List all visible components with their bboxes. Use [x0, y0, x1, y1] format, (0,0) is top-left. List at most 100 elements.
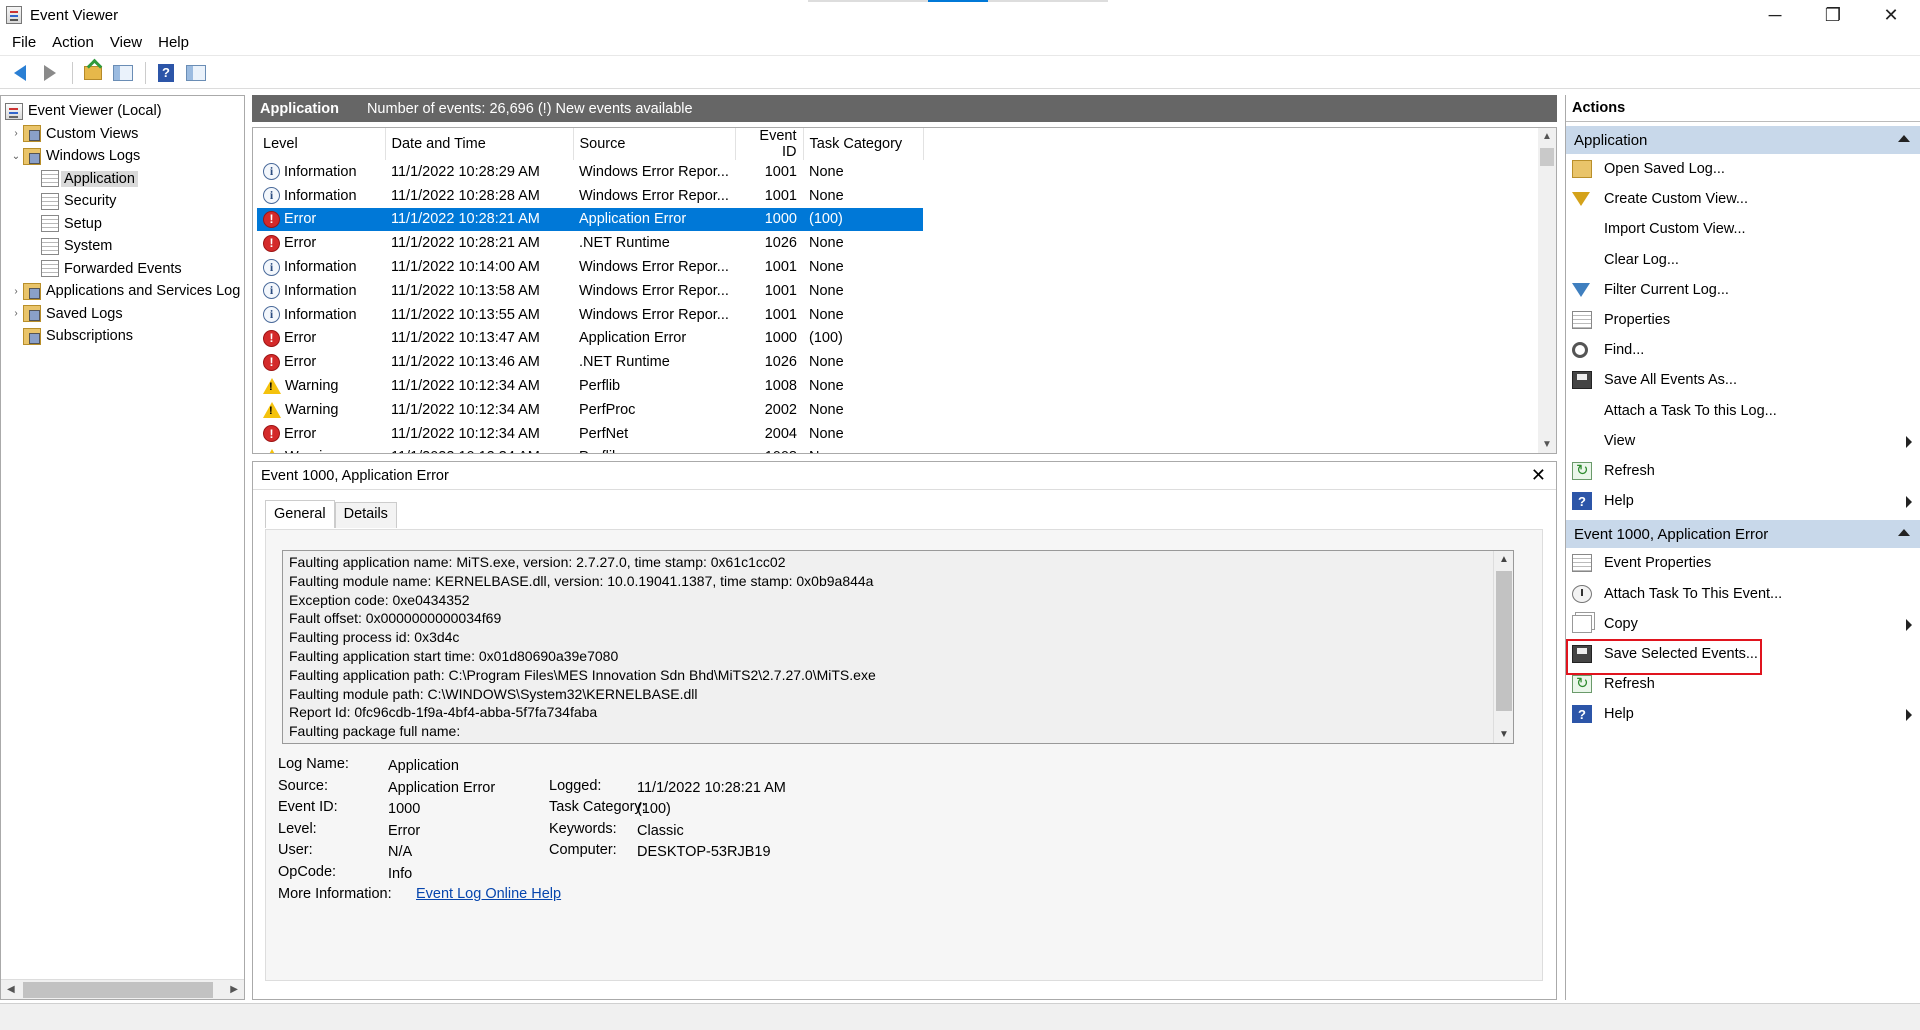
action-help[interactable]: ? Help — [1566, 486, 1920, 516]
actions-section-application[interactable]: Application — [1566, 126, 1920, 154]
description-line: Fault offset: 0x0000000000034f69 — [289, 610, 502, 627]
action-clear-log[interactable]: Clear Log... — [1566, 245, 1920, 275]
minimize-button[interactable]: ─ — [1746, 0, 1804, 30]
column-header-source[interactable]: Source — [573, 128, 736, 160]
action-properties[interactable]: Properties — [1566, 305, 1920, 335]
expander-chevron-icon[interactable]: › — [9, 308, 23, 319]
table-row[interactable]: i Information 11/1/2022 10:13:55 AM Windows… — [257, 303, 923, 327]
tree-item-application[interactable]: Application — [1, 168, 244, 191]
table-row[interactable]: i Information 11/1/2022 10:13:58 AM Windows… — [257, 279, 923, 303]
menu-view[interactable]: View — [102, 34, 150, 51]
collapse-caret-icon[interactable] — [1898, 135, 1910, 142]
action-pane-icon — [186, 64, 206, 81]
scroll-down-arrow-icon[interactable]: ▼ — [1494, 729, 1513, 740]
keywords-label: Keywords: — [549, 821, 617, 837]
action-find[interactable]: Find... — [1566, 335, 1920, 365]
tree-item-custom-views[interactable]: › Custom Views — [1, 123, 244, 146]
action-label: Help — [1604, 493, 1634, 510]
copy-icon — [1572, 614, 1592, 633]
column-header-level[interactable]: Level — [257, 128, 386, 160]
description-vertical-scrollbar[interactable]: ▲ ▼ — [1493, 551, 1513, 743]
table-row[interactable]: !Warning11/1/2022 10:12:34 AMPerflib1008… — [257, 446, 923, 453]
table-row[interactable]: ! Error 11/1/2022 10:13:46 AM .NET Runtime 1… — [257, 350, 923, 374]
table-row[interactable]: i Information 11/1/2022 10:14:00 AM Windows… — [257, 255, 923, 279]
scroll-up-arrow-icon[interactable]: ▲ — [1538, 131, 1556, 142]
action-create-custom-view[interactable]: Create Custom View... — [1566, 184, 1920, 214]
table-row[interactable]: ! Error 11/1/2022 10:28:21 AM .NET Runtime 1… — [257, 231, 923, 255]
action-label: Event Properties — [1604, 555, 1712, 572]
table-row[interactable]: ! Error 11/1/2022 10:12:34 AM PerfNet 2004 No… — [257, 422, 923, 446]
table-row[interactable]: ! Error 11/1/2022 10:13:47 AM Application E… — [257, 327, 923, 351]
close-detail-icon[interactable]: ✕ — [1531, 465, 1546, 486]
log-name-label: Log Name: — [278, 756, 349, 772]
action-import-custom-view[interactable]: Import Custom View... — [1566, 214, 1920, 244]
event-log-online-help-link[interactable]: Event Log Online Help — [416, 886, 561, 902]
table-row[interactable]: i Information 11/1/2022 10:28:28 AM Windows… — [257, 184, 923, 208]
back-button[interactable] — [6, 60, 34, 86]
menu-file[interactable]: File — [4, 34, 44, 51]
action-refresh[interactable]: Refresh — [1566, 456, 1920, 486]
close-window-button[interactable]: ✕ — [1862, 0, 1920, 30]
scroll-up-arrow-icon[interactable]: ▲ — [1494, 554, 1513, 565]
menu-help[interactable]: Help — [150, 34, 197, 51]
tree-item-system[interactable]: System — [1, 235, 244, 258]
scroll-right-arrow-icon[interactable]: ▶ — [230, 984, 238, 995]
description-line: Faulting module path: C:\WINDOWS\System3… — [289, 685, 698, 702]
action-open-saved-log[interactable]: Open Saved Log... — [1566, 154, 1920, 184]
event-description-box[interactable]: Faulting application name: MiTS.exe, ver… — [282, 550, 1514, 744]
tab-details[interactable]: Details — [334, 502, 397, 528]
expander-chevron-icon[interactable]: › — [9, 128, 23, 139]
help-toolbar-button[interactable]: ? — [152, 60, 180, 86]
tree-item-applications-and-services-log[interactable]: › Applications and Services Log — [1, 280, 244, 303]
menu-action[interactable]: Action — [44, 34, 102, 51]
action-refresh[interactable]: Refresh — [1566, 669, 1920, 699]
column-header-task-category[interactable]: Task Category — [803, 128, 924, 160]
tree-item-subscriptions[interactable]: Subscriptions — [1, 325, 244, 348]
table-row[interactable]: !Warning11/1/2022 10:12:34 AMPerflib1008… — [257, 374, 923, 398]
tree-horizontal-scrollbar[interactable]: ◀ ▶ — [1, 979, 244, 999]
tree-item-setup[interactable]: Setup — [1, 213, 244, 236]
log-icon — [41, 170, 59, 188]
scrollbar-thumb[interactable] — [1540, 148, 1554, 166]
show-hide-action-pane-button[interactable] — [182, 60, 210, 86]
action-view[interactable]: View — [1566, 426, 1920, 456]
forward-button[interactable] — [36, 60, 64, 86]
scrollbar-thumb[interactable] — [23, 982, 213, 998]
blank-icon — [1572, 402, 1592, 420]
action-help[interactable]: ? Help — [1566, 699, 1920, 729]
action-copy[interactable]: Copy — [1566, 609, 1920, 639]
action-attach-a-task-to-this-log[interactable]: Attach a Task To this Log... — [1566, 396, 1920, 426]
tree-item-forwarded-events[interactable]: Forwarded Events — [1, 258, 244, 281]
tree-item-windows-logs[interactable]: ⌄ Windows Logs — [1, 145, 244, 168]
action-save-selected-events[interactable]: Save Selected Events... — [1566, 638, 1920, 675]
maximize-button[interactable]: ❐ — [1804, 0, 1862, 30]
action-save-all-events-as[interactable]: Save All Events As... — [1566, 365, 1920, 395]
table-row[interactable]: ! Warning 11/1/2022 10:12:34 AM PerfProc 200… — [257, 398, 923, 422]
cell-date-time: 11/1/2022 10:12:34 AM — [391, 425, 540, 442]
action-filter-current-log[interactable]: Filter Current Log... — [1566, 275, 1920, 305]
action-attach-task-to-this-event[interactable]: Attach Task To This Event... — [1566, 578, 1920, 608]
tree-item-saved-logs[interactable]: › Saved Logs — [1, 303, 244, 326]
events-vertical-scrollbar[interactable]: ▲ ▼ — [1538, 128, 1556, 453]
tab-general[interactable]: General — [265, 500, 335, 528]
column-header-event-id[interactable]: Event ID — [735, 128, 804, 160]
column-header-date-time[interactable]: Date and Time — [385, 128, 574, 160]
up-folder-button[interactable] — [79, 60, 107, 86]
expander-chevron-icon[interactable]: › — [9, 286, 23, 297]
show-hide-console-tree-button[interactable] — [109, 60, 137, 86]
tree-item-security[interactable]: Security — [1, 190, 244, 213]
action-event-properties[interactable]: Event Properties — [1566, 548, 1920, 578]
scroll-down-arrow-icon[interactable]: ▼ — [1538, 439, 1556, 450]
expander-chevron-icon[interactable]: ⌄ — [9, 151, 23, 162]
cell-event-id: 1001 — [764, 306, 797, 323]
scrollbar-thumb[interactable] — [1496, 571, 1512, 711]
information-icon: i — [263, 258, 280, 276]
description-line: Faulting application name: MiTS.exe, ver… — [289, 554, 786, 570]
collapse-caret-icon[interactable] — [1898, 529, 1910, 537]
scroll-left-arrow-icon[interactable]: ◀ — [7, 984, 15, 995]
actions-section-event[interactable]: Event 1000, Application Error — [1566, 520, 1920, 549]
tree-item-event-viewer-local[interactable]: Event Viewer (Local) — [1, 100, 244, 123]
table-row[interactable]: ! Error 11/1/2022 10:28:21 AM Application E… — [257, 207, 923, 232]
table-row[interactable]: i Information 11/1/2022 10:28:29 AM Windows… — [257, 160, 923, 184]
cell-task-category: None — [809, 378, 844, 395]
